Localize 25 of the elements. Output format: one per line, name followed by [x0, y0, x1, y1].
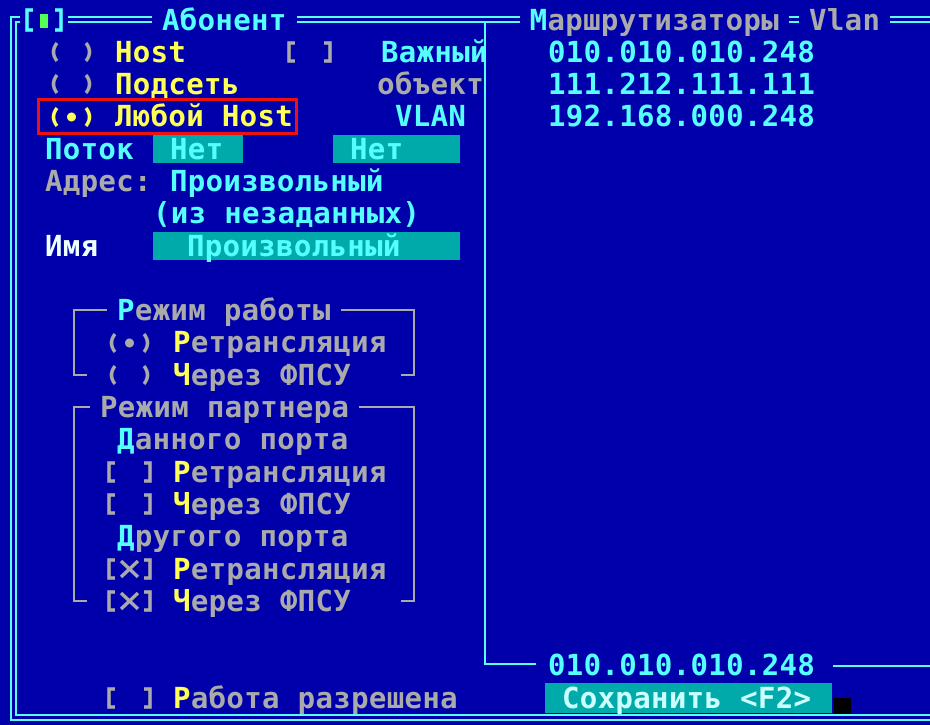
current-address: 010.010.010.248 — [548, 649, 816, 682]
list-item[interactable]: 010.010.010.248 — [548, 36, 930, 68]
field-label: Поток — [45, 132, 136, 165]
checkbox-option[interactable]: Ретрансляция — [103, 552, 387, 585]
option-label: Важный — [381, 36, 488, 68]
checkbox-option[interactable]: Работа разрешена — [103, 682, 458, 714]
address-value: Произвольный — [170, 164, 384, 198]
radio-option[interactable]: Любой Host — [45, 100, 294, 133]
field-label: Адрес: — [45, 164, 153, 198]
radio-option[interactable]: Через ФПСУ — [103, 358, 352, 392]
radio-option[interactable]: Подсеть — [45, 68, 240, 100]
list-item[interactable]: 111.212.111.111 — [548, 68, 930, 100]
address-value: (из незаданных) — [153, 197, 420, 230]
checkbox-option[interactable]: Ретрансляция — [103, 456, 387, 488]
list-item[interactable]: 192.168.000.248 — [548, 100, 930, 133]
field-label: Имя — [45, 230, 100, 262]
radio-option[interactable]: Host — [45, 36, 186, 68]
group-title: Режим работы — [107, 294, 341, 326]
checkbox-option[interactable]: Через ФПСУ — [103, 488, 352, 520]
option-label: объект — [377, 68, 484, 100]
column-label: VLAN — [395, 100, 466, 133]
button-shadow — [834, 698, 851, 714]
section-heading: Другого порта — [117, 520, 349, 553]
checkbox-option[interactable]: Через ФПСУ — [103, 584, 352, 618]
section-heading: Данного порта — [117, 423, 349, 456]
